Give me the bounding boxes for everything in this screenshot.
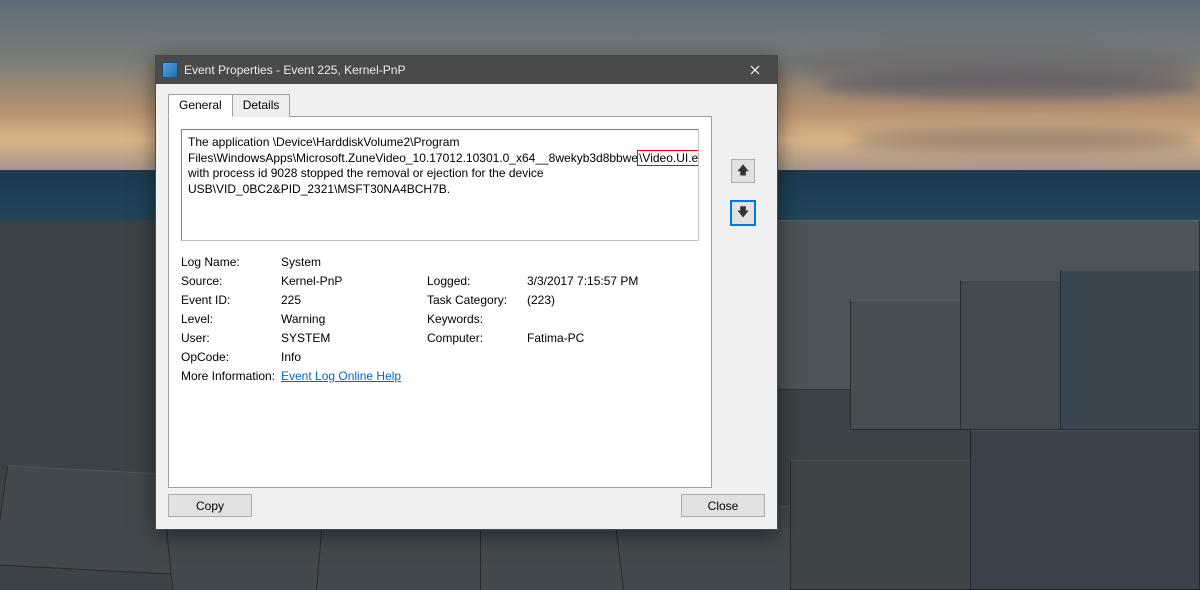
event-properties-dialog: Event Properties - Event 225, Kernel-PnP… — [155, 55, 778, 530]
highlighted-executable: \Video.UI.exe — [637, 150, 699, 166]
source-value: Kernel-PnP — [281, 274, 427, 288]
eventid-label: Event ID: — [181, 293, 281, 307]
copy-button[interactable]: Copy — [168, 494, 252, 517]
event-log-help-link[interactable]: Event Log Online Help — [281, 369, 401, 383]
logged-label: Logged: — [427, 274, 527, 288]
logname-label: Log Name: — [181, 255, 281, 269]
tab-general[interactable]: General — [168, 94, 233, 117]
event-viewer-icon — [162, 62, 178, 78]
opcode-value: Info — [281, 350, 427, 364]
description-text-pre: The application \Device\HarddiskVolume2\… — [188, 135, 638, 165]
user-value: SYSTEM — [281, 331, 427, 345]
copy-button-label: Copy — [196, 499, 224, 513]
opcode-label: OpCode: — [181, 350, 281, 364]
previous-event-button[interactable]: 🡅 — [731, 159, 755, 183]
arrow-down-icon: 🡇 — [737, 203, 749, 224]
tab-panel-general: The application \Device\HarddiskVolume2\… — [168, 116, 712, 488]
logname-value: System — [281, 255, 427, 269]
description-text-post: with process id 9028 stopped the removal… — [188, 166, 544, 196]
keywords-value — [527, 312, 677, 326]
tab-details[interactable]: Details — [232, 94, 291, 117]
logged-value: 3/3/2017 7:15:57 PM — [527, 274, 677, 288]
close-button[interactable]: Close — [681, 494, 765, 517]
window-title: Event Properties - Event 225, Kernel-PnP — [184, 63, 733, 77]
moreinfo-label: More Information: — [181, 369, 281, 383]
computer-label: Computer: — [427, 331, 527, 345]
next-event-button[interactable]: 🡇 — [731, 201, 755, 225]
arrow-up-icon: 🡅 — [737, 161, 749, 182]
close-button-label: Close — [708, 499, 739, 513]
event-description: The application \Device\HarddiskVolume2\… — [181, 129, 699, 241]
close-icon[interactable] — [733, 56, 777, 84]
user-label: User: — [181, 331, 281, 345]
titlebar[interactable]: Event Properties - Event 225, Kernel-PnP — [156, 56, 777, 84]
taskcategory-label: Task Category: — [427, 293, 527, 307]
eventid-value: 225 — [281, 293, 427, 307]
source-label: Source: — [181, 274, 281, 288]
event-details-grid: Log Name: System Source: Kernel-PnP Logg… — [181, 255, 699, 383]
computer-value: Fatima-PC — [527, 331, 677, 345]
keywords-label: Keywords: — [427, 312, 527, 326]
level-label: Level: — [181, 312, 281, 326]
taskcategory-value: (223) — [527, 293, 677, 307]
level-value: Warning — [281, 312, 427, 326]
